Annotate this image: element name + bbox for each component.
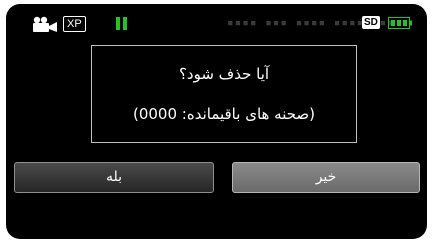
dialog-question: آیا حذف شود؟ [178, 65, 270, 83]
quality-badge: XP [63, 16, 86, 32]
pause-icon [116, 17, 128, 30]
camera-screen: XP ▪▪▪▪ ▪▪▪ ▪▪▪▪ ▪▪▪▪ ▪▪▪ SD آیا حذف شود… [0, 0, 434, 243]
delete-confirm-dialog: آیا حذف شود؟ (صحنه های باقیمانده: 0000) [91, 45, 357, 143]
status-bar: XP ▪▪▪▪ ▪▪▪ ▪▪▪▪ ▪▪▪▪ ▪▪▪ SD [6, 14, 427, 34]
lcd-panel: XP ▪▪▪▪ ▪▪▪ ▪▪▪▪ ▪▪▪▪ ▪▪▪ SD آیا حذف شود… [6, 4, 427, 239]
yes-button[interactable]: بله [14, 162, 214, 193]
no-button[interactable]: خیر [232, 162, 420, 193]
remaining-scenes: (صحنه های باقیمانده: 0000) [132, 105, 316, 123]
sd-card-badge: SD [362, 16, 380, 29]
battery-icon [388, 17, 412, 29]
video-camera-icon [33, 16, 57, 32]
